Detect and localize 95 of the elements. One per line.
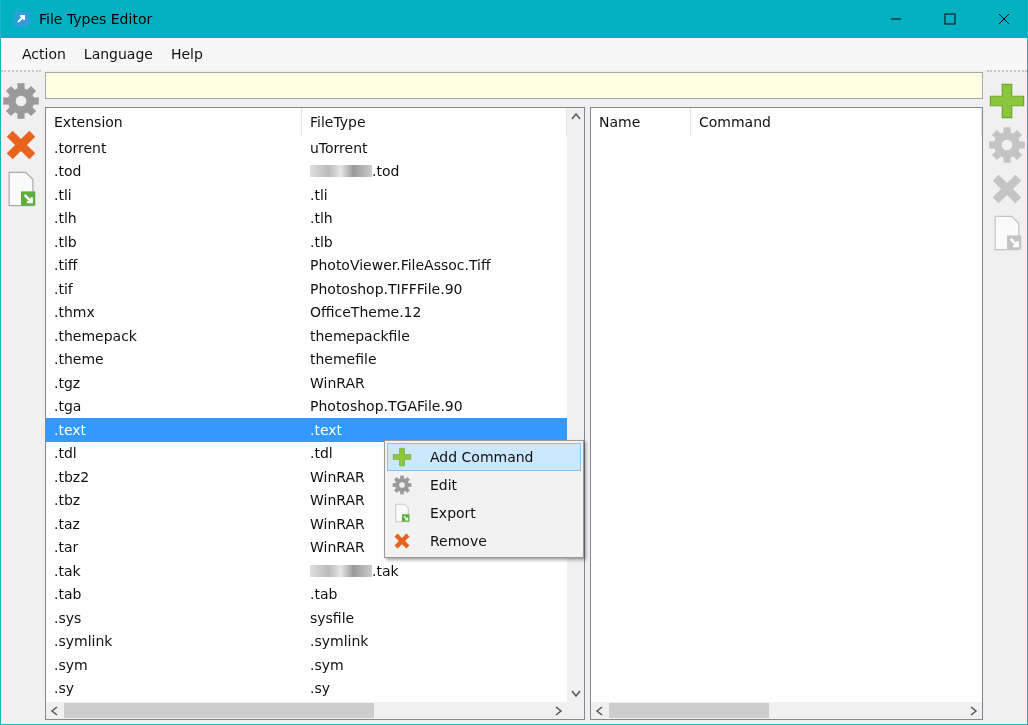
column-header[interactable]: Command: [691, 108, 982, 136]
menu-item[interactable]: Export: [387, 499, 581, 527]
table-row[interactable]: .themepack themepackfile: [46, 324, 567, 348]
table-cell-text: OfficeTheme.12: [309, 304, 423, 321]
window-title: File Types Editor: [39, 11, 154, 27]
menu-item[interactable]: Remove: [387, 527, 581, 555]
table-row[interactable]: .tiff PhotoViewer.FileAssoc.Tiff: [46, 253, 567, 277]
table-row[interactable]: .sys sysfile: [46, 606, 567, 630]
cross-icon[interactable]: [392, 531, 412, 551]
table-row[interactable]: .theme themefile: [46, 347, 567, 371]
table-cell-text: themefile: [309, 351, 378, 368]
table-row[interactable]: .torrent uTorrent: [46, 136, 567, 160]
table-row[interactable]: .sym .sym: [46, 653, 567, 677]
gear-icon[interactable]: [2, 82, 40, 120]
table-row[interactable]: .tlb .tlb: [46, 230, 567, 254]
menu-item[interactable]: Add Command: [387, 443, 581, 471]
table-row[interactable]: .tgz WinRAR: [46, 371, 567, 395]
table-row[interactable]: .tga Photoshop.TGAFile.90: [46, 394, 567, 418]
table-row[interactable]: .symlink .symlink: [46, 629, 567, 653]
table-cell-text: .sym: [309, 656, 345, 673]
column-header[interactable]: Extension: [46, 108, 302, 136]
table-cell-text: .sym: [53, 656, 89, 673]
table-cell-text: .symlink: [309, 633, 370, 650]
scroll-down-icon[interactable]: [570, 690, 581, 698]
scroll-right-icon[interactable]: [555, 705, 563, 716]
table-cell-text: .tab: [309, 586, 339, 603]
path-field[interactable]: [45, 72, 983, 99]
scroll-up-icon[interactable]: [570, 112, 581, 120]
table-cell-text: WinRAR: [309, 515, 366, 532]
table-cell-text: .sys: [53, 609, 83, 626]
table-cell-text: .symlink: [53, 633, 114, 650]
scrollbar-thumb[interactable]: [609, 703, 769, 718]
table-row[interactable]: .tak .tak: [46, 559, 567, 583]
table-cell-text: .tlb: [309, 233, 334, 250]
menu-item[interactable]: Action: [13, 46, 75, 62]
table-cell-text: .tli: [53, 186, 73, 203]
table-cell-text: .taz: [53, 515, 81, 532]
table-cell-text: WinRAR: [309, 492, 366, 509]
table-cell-text: WinRAR: [309, 539, 366, 556]
table-cell-text: .sy: [309, 680, 332, 697]
table-cell-text: WinRAR: [309, 468, 366, 485]
table-cell-text: .themepack: [53, 327, 138, 344]
table-cell-text: .tdl: [53, 445, 78, 462]
table-cell-text: .sy: [53, 680, 76, 697]
table-cell-text: .tlh: [309, 210, 334, 227]
close-icon[interactable]: [998, 13, 1010, 25]
plus-icon[interactable]: [988, 82, 1026, 120]
table-cell-text: .tab: [53, 586, 83, 603]
table-row[interactable]: .tli .tli: [46, 183, 567, 207]
table-cell-text: .tdl: [309, 445, 334, 462]
table-cell-text: .tlh: [53, 210, 78, 227]
table-row[interactable]: .tlh .tlh: [46, 206, 567, 230]
scroll-left-icon[interactable]: [595, 705, 603, 716]
table-cell-text: .tak: [53, 562, 82, 579]
menu-item[interactable]: Edit: [387, 471, 581, 499]
document-icon[interactable]: [392, 503, 412, 523]
table-cell: .tod: [302, 163, 408, 180]
table-cell-text: .text: [309, 421, 344, 438]
table-cell-text: themepackfile: [309, 327, 411, 344]
table-cell: .tak: [302, 562, 407, 579]
table-cell-text: .tiff: [53, 257, 79, 274]
table-row[interactable]: .sy .sy: [46, 676, 567, 700]
table-row[interactable]: .tif Photoshop.TIFFFile.90: [46, 277, 567, 301]
menu-item[interactable]: Language: [74, 46, 162, 62]
scrollbar-thumb[interactable]: [64, 703, 374, 718]
table-cell-text: .tgz: [53, 374, 82, 391]
table-cell-text: .tga: [53, 398, 83, 415]
menu-item[interactable]: Help: [161, 46, 212, 62]
table-cell-text: Photoshop.TIFFFile.90: [309, 280, 464, 297]
table-cell-text: Photoshop.TGAFile.90: [309, 398, 464, 415]
table-cell-text: .text: [53, 421, 88, 438]
table-cell-text: PhotoViewer.FileAssoc.Tiff: [309, 257, 492, 274]
table-cell-text: sysfile: [309, 609, 356, 626]
table-cell-text: .torrent: [53, 139, 108, 156]
table-cell-text: uTorrent: [309, 139, 369, 156]
table-cell-text: .tlb: [53, 233, 78, 250]
table-row[interactable]: .tab .tab: [46, 582, 567, 606]
maximize-icon[interactable]: [944, 13, 956, 25]
plus-icon[interactable]: [392, 447, 412, 467]
app-icon: [13, 10, 31, 28]
scroll-left-icon[interactable]: [50, 705, 58, 716]
table-cell-text: .theme: [53, 351, 105, 368]
table-cell-text: .tif: [53, 280, 74, 297]
scroll-right-icon[interactable]: [970, 705, 978, 716]
table-cell-text: .tli: [309, 186, 329, 203]
table-cell-text: .thmx: [53, 304, 96, 321]
table-row[interactable]: .thmx OfficeTheme.12: [46, 300, 567, 324]
table-cell-text: .tar: [53, 539, 80, 556]
gear-icon[interactable]: [392, 475, 412, 495]
table-cell-text: .tbz: [53, 492, 82, 509]
table-cell-text: .tod: [53, 163, 83, 180]
table-cell-text: WinRAR: [309, 374, 366, 391]
table-row[interactable]: .tod .tod: [46, 159, 567, 183]
table-cell-text: .tbz2: [53, 468, 91, 485]
column-header[interactable]: Name: [591, 108, 691, 136]
